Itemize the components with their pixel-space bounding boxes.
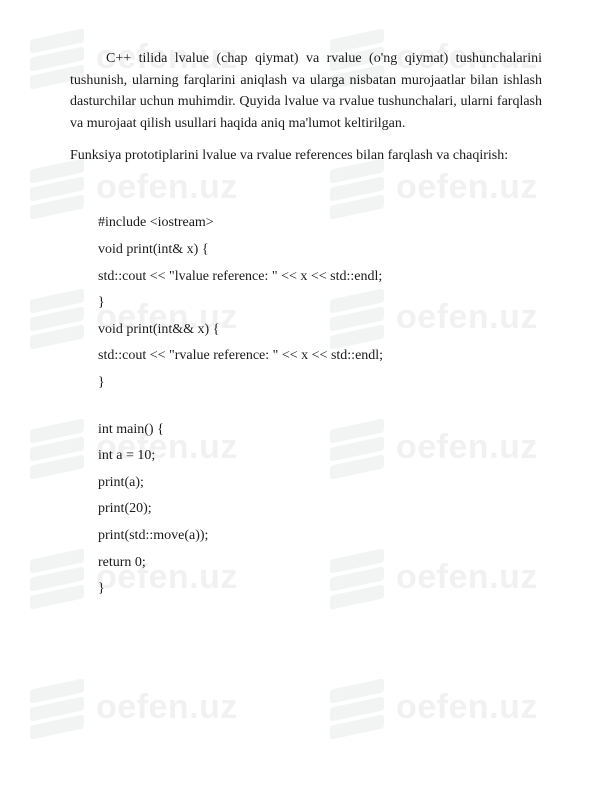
code-line: print(a); [98, 470, 542, 497]
code-line: } [98, 370, 542, 397]
code-line: std::cout << "rvalue reference: " << x <… [98, 343, 542, 370]
code-line: } [98, 290, 542, 317]
code-line: } [98, 576, 542, 603]
code-line: void print(int&& x) { [98, 317, 542, 344]
code-line: void print(int& x) { [98, 237, 542, 264]
code-block: #include <iostream> void print(int& x) {… [98, 210, 542, 602]
code-line: #include <iostream> [98, 210, 542, 237]
stack-icon [30, 680, 84, 734]
page-content: C++ tilida lvalue (chap qiymat) va rvalu… [0, 0, 612, 603]
code-line: return 0; [98, 550, 542, 577]
watermark-text: oefen.uz [96, 688, 238, 727]
code-line: print(std::move(a)); [98, 523, 542, 550]
code-line: int a = 10; [98, 443, 542, 470]
watermark-text: oefen.uz [396, 688, 538, 727]
code-line: print(20); [98, 496, 542, 523]
intro-paragraph: C++ tilida lvalue (chap qiymat) va rvalu… [70, 48, 542, 135]
code-line: std::cout << "lvalue reference: " << x <… [98, 264, 542, 291]
code-line: int main() { [98, 417, 542, 444]
subtitle-paragraph: Funksiya prototiplarini lvalue va rvalue… [70, 145, 542, 167]
stack-icon [330, 680, 384, 734]
